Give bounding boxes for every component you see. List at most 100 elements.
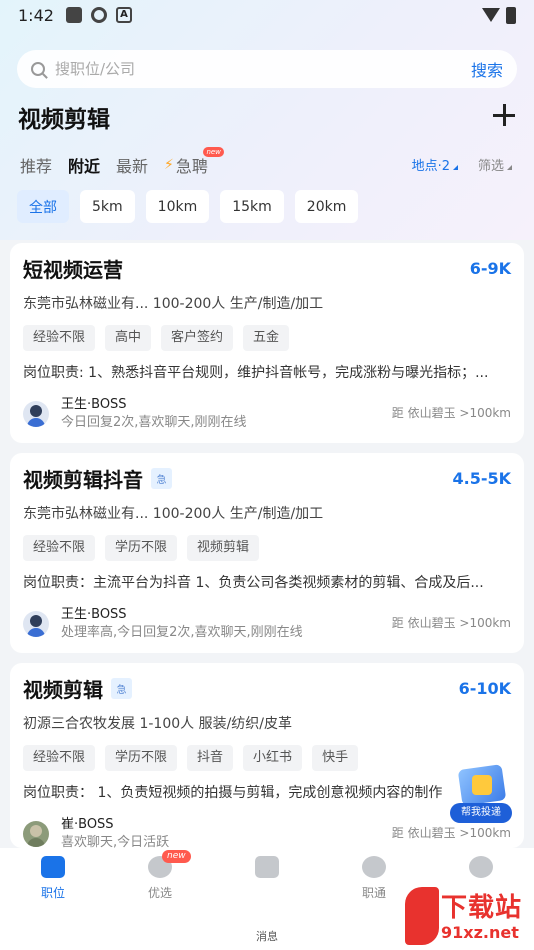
urgent-badge: 急	[111, 677, 132, 699]
apply-for-me-button[interactable]: 帮我投递	[448, 764, 514, 825]
user-icon	[469, 856, 493, 878]
apply-for-me-label: 帮我投递	[450, 803, 512, 823]
tag: 学历不限	[105, 745, 178, 771]
sync-icon	[90, 7, 107, 23]
job-duty: 岗位职责：主流平台为抖音 1、负责公司各类视频素材的剪辑、合成及后...	[23, 575, 484, 591]
chat-icon	[255, 856, 279, 878]
tag: 经验不限	[23, 535, 96, 561]
distance: 距 依山碧玉 >100km	[391, 406, 511, 420]
search-bar[interactable]: 搜索	[17, 50, 517, 88]
recruiter-row: 崔·BOSS 喜欢聊天,今日活跃 距 依山碧玉 >100km	[23, 814, 511, 848]
company-info: 东莞市弘林磁业有... 100-200人 生产/制造/加工	[23, 506, 324, 522]
tag: 小红书	[243, 745, 303, 771]
tag: 经验不限	[23, 745, 96, 771]
tag: 经验不限	[23, 325, 96, 351]
nav-label: 职通	[361, 886, 386, 900]
recruiter-status: 处理率高,今日回复2次,喜欢聊天,刚刚在线	[61, 625, 303, 640]
tag: 快手	[312, 745, 359, 771]
recruiter-name: 王生·BOSS	[61, 397, 127, 412]
job-duty: 岗位职责: 1、熟悉抖音平台规则，维护抖音帐号，完成涨粉与曝光指标；...	[23, 365, 489, 381]
recruiter-name: 王生·BOSS	[61, 607, 127, 622]
company-info: 初源三合农牧发展 1-100人 服装/纺织/皮革	[23, 716, 293, 732]
watermark-url: 91xz.net	[441, 923, 519, 942]
job-title-text: 视频剪辑抖音	[23, 467, 143, 492]
nav-career[interactable]: 职通	[339, 856, 409, 901]
chip-15km[interactable]: 15km	[220, 190, 284, 223]
briefcase-icon	[41, 856, 65, 878]
add-icon[interactable]	[493, 104, 515, 126]
tag: 五金	[243, 325, 290, 351]
urgent-badge: 急	[151, 467, 172, 489]
new-badge: new	[162, 850, 191, 863]
tag: 视频剪辑	[187, 535, 260, 561]
page-title: 视频剪辑	[18, 107, 110, 133]
tag-list: 经验不限 高中 客户签约 五金	[23, 325, 511, 351]
a-icon: A	[115, 7, 132, 23]
watermark-text: 下载站	[441, 893, 523, 923]
nav-label: 优选	[147, 886, 172, 900]
wifi-icon	[482, 8, 500, 22]
new-badge: new	[203, 147, 224, 157]
tab-latest[interactable]: 最新	[116, 153, 148, 177]
search-input[interactable]	[55, 60, 471, 78]
job-duty: 岗位职责： 1、负责短视频的拍摄与剪辑，完成创意视频内容的制作	[23, 785, 443, 801]
nav-jobs[interactable]: 职位	[18, 856, 88, 901]
recruiter-row: 王生·BOSS 今日回复2次,喜欢聊天,刚刚在线 距 依山碧玉 >100km	[23, 394, 511, 434]
tab-urgent-label: 急聘	[175, 157, 208, 176]
location-filter[interactable]: 地点·2	[412, 155, 458, 174]
avatar	[23, 821, 49, 847]
nav-featured[interactable]: new 优选	[125, 850, 195, 901]
chip-all[interactable]: 全部	[17, 190, 69, 223]
chip-20km[interactable]: 20km	[294, 190, 359, 223]
recruiter-row: 王生·BOSS 处理率高,今日回复2次,喜欢聊天,刚刚在线 距 依山碧玉 >10…	[23, 604, 511, 644]
job-card[interactable]: 视频剪辑急 6-10K 初源三合农牧发展 1-100人 服装/纺织/皮革 经验不…	[10, 663, 524, 848]
nav-profile[interactable]	[446, 856, 516, 884]
nav-messages[interactable]	[232, 856, 302, 884]
location-filter-label: 地点·2	[411, 159, 450, 174]
salary: 6-9K	[469, 258, 511, 278]
job-title-text: 短视频运营	[23, 257, 123, 282]
recruiter-status: 喜欢聊天,今日活跃	[61, 835, 170, 848]
job-title-text: 视频剪辑	[23, 677, 103, 702]
tag-list: 经验不限 学历不限 视频剪辑	[23, 535, 511, 561]
status-bar: 1:42 A	[0, 0, 534, 30]
tag: 客户签约	[161, 325, 234, 351]
tag-list: 经验不限 学历不限 抖音 小红书 快手	[23, 745, 511, 771]
screen-filter[interactable]: 筛选	[478, 155, 512, 174]
tab-recommend[interactable]: 推荐	[20, 153, 52, 177]
battery-icon	[506, 6, 516, 24]
play-icon	[362, 856, 386, 878]
recruiter-status: 今日回复2次,喜欢聊天,刚刚在线	[61, 415, 247, 430]
salary: 6-10K	[458, 678, 511, 698]
tag: 抖音	[187, 745, 234, 771]
tag: 学历不限	[105, 535, 178, 561]
distance: 距 依山碧玉 >100km	[391, 826, 511, 840]
tab-urgent[interactable]: ⚡ 急聘 new	[164, 147, 224, 177]
triangle-icon	[452, 165, 458, 170]
job-title: 短视频运营	[23, 254, 123, 283]
job-title: 视频剪辑急	[23, 674, 132, 703]
search-button[interactable]: 搜索	[471, 57, 503, 81]
job-card[interactable]: 视频剪辑抖音急 4.5-5K 东莞市弘林磁业有... 100-200人 生产/制…	[10, 453, 524, 653]
nav-label: 职位	[40, 886, 65, 900]
chip-10km[interactable]: 10km	[145, 190, 210, 223]
tag: 高中	[105, 325, 152, 351]
distance-chips: 全部 5km 10km 15km 20km	[17, 190, 359, 223]
salary: 4.5-5K	[452, 468, 511, 488]
company-info: 东莞市弘林磁业有... 100-200人 生产/制造/加工	[23, 296, 324, 312]
screen-filter-label: 筛选	[477, 159, 504, 174]
search-icon	[31, 62, 45, 76]
avatar	[23, 401, 49, 427]
tab-nearby[interactable]: 附近	[68, 153, 100, 177]
filter-tabs: 推荐 附近 最新 ⚡ 急聘 new	[20, 147, 224, 177]
triangle-icon	[507, 165, 512, 170]
notification-icon	[65, 7, 82, 23]
featured-icon: new	[148, 850, 191, 878]
watermark: 下载站 91xz.net	[405, 885, 534, 950]
status-time: 1:42	[18, 5, 54, 25]
chip-5km[interactable]: 5km	[80, 190, 135, 223]
check-icon	[472, 775, 492, 795]
recruiter-name: 崔·BOSS	[61, 817, 114, 832]
job-card[interactable]: 短视频运营 6-9K 东莞市弘林磁业有... 100-200人 生产/制造/加工…	[10, 243, 524, 443]
distance: 距 依山碧玉 >100km	[391, 616, 511, 630]
